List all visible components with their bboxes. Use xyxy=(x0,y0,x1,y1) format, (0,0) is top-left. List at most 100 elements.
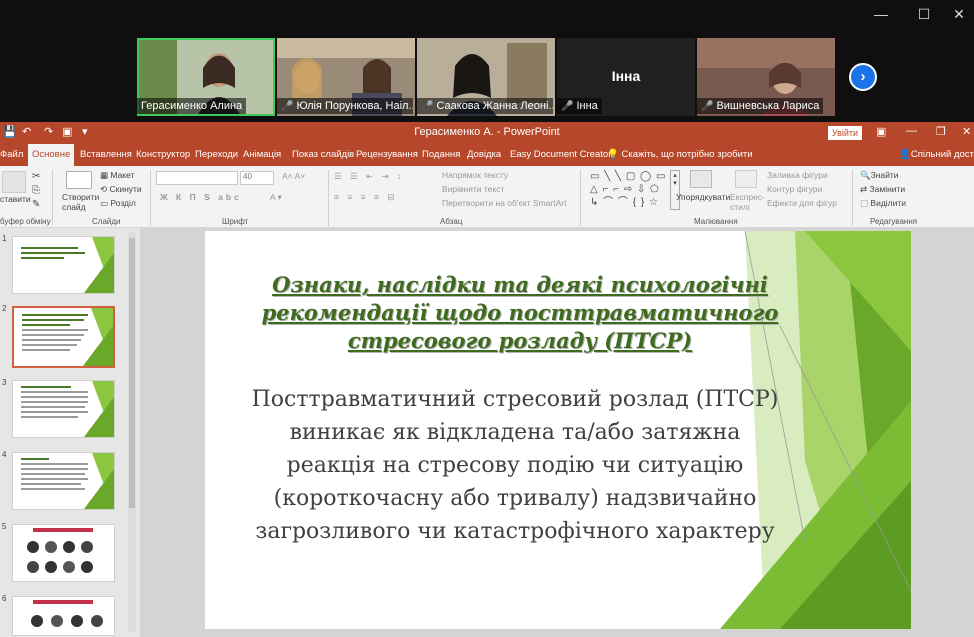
next-participants-button[interactable]: › xyxy=(849,63,877,91)
list-buttons[interactable]: ☰ ☰ ⇤ ⇥ ↕ xyxy=(334,171,404,182)
section-button[interactable]: ▭ Розділ xyxy=(100,198,136,209)
participant-name: 🎤 Інна xyxy=(557,98,602,114)
slide-body-text[interactable]: Посттравматичний стресовий розлад (ПТСР)… xyxy=(245,383,785,548)
section-icon: ▭ xyxy=(100,198,111,208)
close-icon[interactable]: ✕ xyxy=(962,125,971,138)
align-text-button[interactable]: Вирівняти текст xyxy=(442,184,504,194)
thumbnail-illustrations xyxy=(27,528,93,573)
tab-insert[interactable]: Вставлення xyxy=(76,144,136,166)
replace-button[interactable]: ⇄ Замінити xyxy=(860,184,905,195)
select-button[interactable]: ⬚ Виділити xyxy=(860,198,906,209)
group-editing-label: Редагування xyxy=(870,217,918,226)
group-separator xyxy=(580,170,581,226)
participant-name: Герасименко Алина xyxy=(137,98,247,114)
ribbon-tabs: Файл Основне Вставлення Конструктор Пере… xyxy=(0,144,974,166)
tab-home[interactable]: Основне xyxy=(28,144,75,166)
shape-effects-button[interactable]: Ефекти для фігур xyxy=(767,198,837,208)
muted-mic-icon: 🎤 xyxy=(421,101,434,112)
scrollbar-thumb[interactable] xyxy=(129,238,135,508)
shapes-more-icon[interactable]: ▴ ▾ xyxy=(670,170,680,210)
restore-icon[interactable]: ❐ xyxy=(936,125,946,138)
participant-tile[interactable]: 🎤 Юлія Порункова, Наіл... xyxy=(277,38,415,116)
tab-animations[interactable]: Анімація xyxy=(239,144,285,166)
group-drawing-label: Малювання xyxy=(694,217,738,226)
tab-file[interactable]: Файл xyxy=(0,144,27,166)
participant-tile[interactable]: 🎤 Саакова Жанна Леоні... xyxy=(417,38,555,116)
minimize-icon[interactable]: — xyxy=(906,125,917,137)
tab-review[interactable]: Рецензування xyxy=(352,144,422,166)
muted-mic-icon: 🎤 xyxy=(281,101,294,112)
reset-button[interactable]: ⟲ Скинути xyxy=(100,184,142,195)
font-grow-icon[interactable]: A˄ A˅ xyxy=(282,171,305,181)
shape-outline-button[interactable]: Контур фігури xyxy=(767,184,822,194)
shapes-gallery[interactable]: ▭ ╲ ╲ ▢ ◯ ▭ △ ⌐ ⌐ ⇨ ⇩ ⬠ ↳ ⌒ ⌒ { } ☆ xyxy=(590,170,670,210)
tab-slideshow[interactable]: Показ слайдів xyxy=(288,144,358,166)
font-style-buttons[interactable]: Ж К П S abc xyxy=(160,192,242,202)
title-bar: 💾 ↶ ↷ ▣ ▾ Герасименко А. - PowerPoint Ув… xyxy=(0,122,974,144)
paste-icon[interactable] xyxy=(2,171,26,193)
text-direction-button[interactable]: Напрямок тексту xyxy=(442,170,508,180)
tab-transitions[interactable]: Переходи xyxy=(191,144,242,166)
ribbon-options-icon[interactable]: ▣ xyxy=(876,125,886,138)
tab-help[interactable]: Довідка xyxy=(463,144,505,166)
share-button[interactable]: 👤Спільний доступ xyxy=(895,144,974,166)
quick-styles-icon[interactable] xyxy=(735,170,757,188)
tab-design[interactable]: Конструктор xyxy=(132,144,194,166)
group-separator xyxy=(52,170,53,226)
font-color-icon[interactable]: A ▾ xyxy=(270,192,282,203)
layout-button[interactable]: ▦ Макет xyxy=(100,170,134,181)
participant-name: 🎤 Саакова Жанна Леоні... xyxy=(417,98,553,114)
thumbnail-text-lines xyxy=(22,314,91,354)
quick-styles-button[interactable]: Експрес- стилі xyxy=(730,192,765,212)
select-icon: ⬚ xyxy=(860,198,871,208)
minimize-icon[interactable]: — xyxy=(866,4,896,24)
group-separator xyxy=(852,170,853,226)
shape-fill-button[interactable]: Заливка фігури xyxy=(767,170,828,180)
thumbnail-illustrations xyxy=(31,600,103,627)
arrange-button[interactable]: Упорядкувати xyxy=(676,192,730,202)
align-buttons[interactable]: ≡ ≡ ≡ ≡ ⊟ xyxy=(334,192,397,203)
slide-title[interactable]: Ознаки, наслідки та деякі психологічні р… xyxy=(235,271,805,355)
new-slide-button[interactable]: Створити слайд xyxy=(62,192,99,212)
participant-tile[interactable]: 🎤 Вишневська Лариса xyxy=(697,38,835,116)
current-slide[interactable]: Ознаки, наслідки та деякі психологічні р… xyxy=(205,231,911,629)
participant-name: 🎤 Юлія Порункова, Наіл... xyxy=(277,98,413,114)
convert-smartart-button[interactable]: Перетворити на об'єкт SmartArt xyxy=(442,198,566,208)
maximize-icon[interactable]: ☐ xyxy=(909,4,939,24)
arrange-icon[interactable] xyxy=(690,170,712,188)
paste-button[interactable]: ставити xyxy=(0,194,31,204)
slide-number: 6 xyxy=(2,594,7,603)
copy-icon[interactable]: ⎘ xyxy=(32,185,40,196)
cut-icon[interactable]: ✂ xyxy=(32,171,40,182)
slide-thumbnail[interactable] xyxy=(12,596,115,636)
close-icon[interactable]: ✕ xyxy=(944,4,974,24)
slide-number: 5 xyxy=(2,522,7,531)
tab-view[interactable]: Подання xyxy=(418,144,464,166)
group-separator xyxy=(328,170,329,226)
slide-thumbnail[interactable] xyxy=(12,524,115,582)
format-painter-icon[interactable]: ✎ xyxy=(32,199,40,210)
group-paragraph-label: Абзац xyxy=(440,217,463,226)
slide-number: 3 xyxy=(2,378,7,387)
find-button[interactable]: 🔍Знайти xyxy=(860,170,899,181)
tell-me-search[interactable]: 💡 Скажіть, що потрібно зробити xyxy=(603,144,757,166)
participant-name: 🎤 Вишневська Лариса xyxy=(697,98,824,114)
signin-button[interactable]: Увійти xyxy=(828,126,862,140)
participant-tile[interactable]: Герасименко Алина xyxy=(137,38,275,116)
video-call-bar: — ☐ ✕ Герасименко Алина 🎤 Юлія Порункова,… xyxy=(0,0,974,122)
slide-thumbnail-selected[interactable] xyxy=(12,306,115,368)
font-size-select[interactable]: 40 xyxy=(240,171,274,185)
slide-number: 1 xyxy=(2,234,7,243)
powerpoint-window: 💾 ↶ ↷ ▣ ▾ Герасименко А. - PowerPoint Ув… xyxy=(0,122,974,637)
participant-tile[interactable]: Інна 🎤 Інна xyxy=(557,38,695,116)
font-family-select[interactable] xyxy=(156,171,238,185)
new-slide-icon[interactable] xyxy=(66,171,92,189)
search-icon: 🔍 xyxy=(860,170,871,180)
slide-thumbnail[interactable] xyxy=(12,236,115,294)
slide-thumbnail[interactable] xyxy=(12,452,115,510)
group-clipboard-label: буфер обміну xyxy=(0,217,51,226)
tab-easy-document-creator[interactable]: Easy Document Creator xyxy=(506,144,615,166)
muted-mic-icon: 🎤 xyxy=(561,101,574,112)
thumbnail-scrollbar[interactable] xyxy=(128,232,136,632)
slide-thumbnail[interactable] xyxy=(12,380,115,438)
